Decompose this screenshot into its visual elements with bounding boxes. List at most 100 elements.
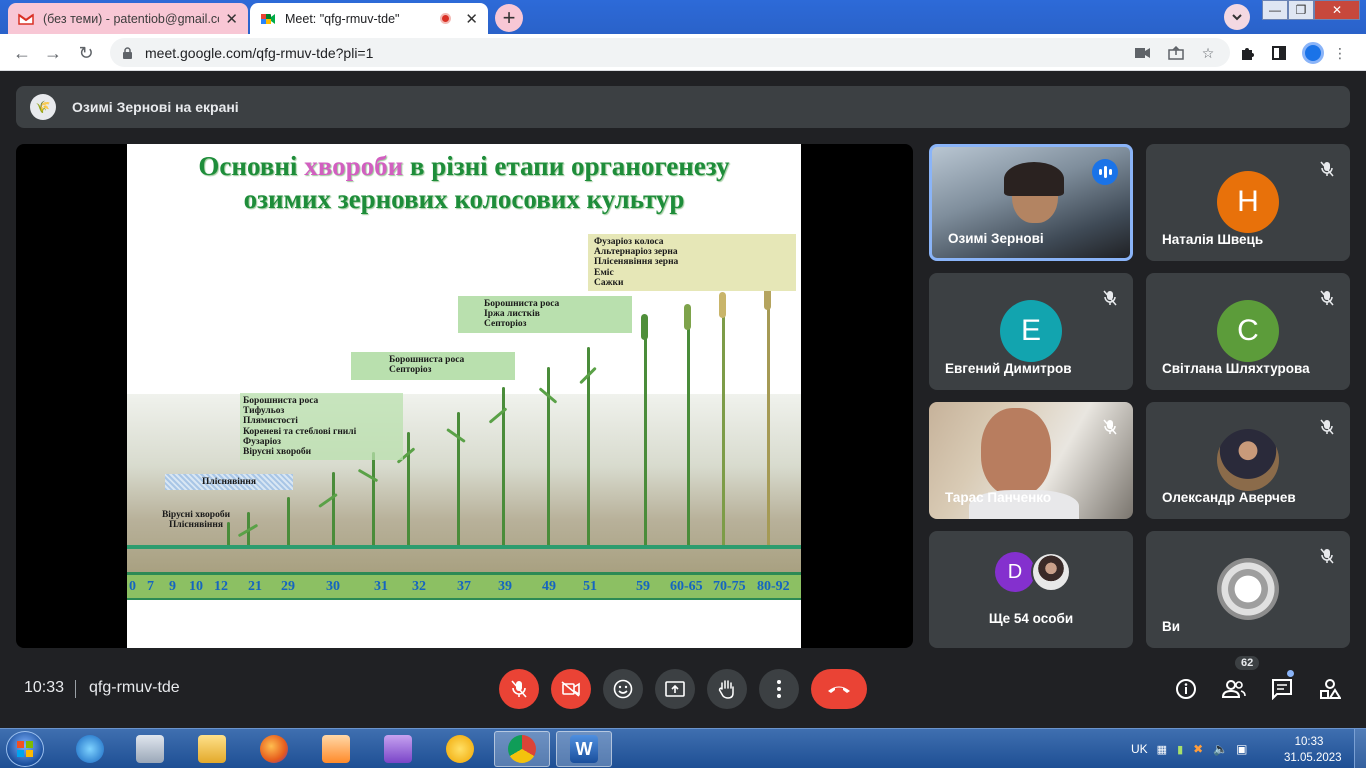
self-tile[interactable]: Ви xyxy=(1146,531,1350,648)
minimize-icon: — xyxy=(1269,3,1281,17)
participant-tile[interactable]: Е Евгений Димитров xyxy=(929,273,1133,390)
close-tab-icon[interactable]: ✕ xyxy=(465,10,478,28)
profile-avatar[interactable] xyxy=(1302,42,1324,64)
meet-icon xyxy=(261,13,275,24)
mic-off-icon xyxy=(511,680,527,698)
disease-note-heading: Фузаріоз колоса Альтернаріоз зерна Плісе… xyxy=(588,234,796,291)
participant-avatar: Е xyxy=(1000,300,1062,362)
stage-label: 21 xyxy=(248,579,262,594)
slide-title-highlight: хвороби xyxy=(304,151,404,181)
volume-icon[interactable]: 🔈 xyxy=(1213,742,1228,756)
note-line: Фузаріоз колоса xyxy=(594,237,664,247)
toggle-microphone-button[interactable] xyxy=(499,669,539,709)
taskbar-clock[interactable]: 10:33 31.05.2023 xyxy=(1284,734,1342,766)
note-line: Пліснявіння xyxy=(201,477,257,487)
language-indicator[interactable]: UK xyxy=(1131,742,1148,756)
security-icon[interactable]: ✖ xyxy=(1193,742,1203,756)
network-tool-icon[interactable]: ▮ xyxy=(1177,743,1183,756)
camera-in-use-icon[interactable] xyxy=(1133,43,1153,63)
note-line: Пліснявіння xyxy=(168,520,224,531)
bookmark-star-icon[interactable]: ☆ xyxy=(1198,43,1218,63)
tab-meet[interactable]: Meet: "qfg-rmuv-tde" ✕ xyxy=(250,3,488,34)
meeting-time: 10:33 xyxy=(24,679,65,696)
back-button[interactable]: ← xyxy=(10,41,34,65)
more-participants-tile[interactable]: D Ще 54 особи xyxy=(929,531,1133,648)
network-icon[interactable]: ▣ xyxy=(1236,742,1247,756)
participant-tile[interactable]: Тарас Панченко xyxy=(929,402,1133,519)
mic-off-icon xyxy=(1099,287,1121,309)
url-text: meet.google.com/qfg-rmuv-tde?pli=1 xyxy=(145,44,374,61)
menu-kebab-icon[interactable]: ⋮ xyxy=(1330,43,1350,63)
address-bar[interactable]: meet.google.com/qfg-rmuv-tde?pli=1 xyxy=(110,38,1230,67)
slide-title-line2: озимих зернових колосових культур xyxy=(243,184,685,214)
taskbar-ie[interactable] xyxy=(62,731,118,767)
note-line: Вірусні хвороби xyxy=(243,447,312,458)
participant-photo-avatar xyxy=(1217,429,1279,491)
more-options-button[interactable] xyxy=(759,669,799,709)
tab-title: Meet: "qfg-rmuv-tde" xyxy=(285,11,400,26)
participant-tile[interactable]: Н Наталія Швець xyxy=(1146,144,1350,261)
participant-name: Олександр Аверчев xyxy=(1162,490,1296,505)
present-now-button[interactable] xyxy=(655,669,695,709)
chat-button[interactable] xyxy=(1269,676,1295,702)
tab-gmail[interactable]: (без теми) - patentiob@gmail.co ✕ xyxy=(8,3,248,34)
presenting-label: Озимі Зернові на екрані xyxy=(72,99,239,115)
participant-tile[interactable]: Озимі Зернові xyxy=(929,144,1133,261)
taskbar-firefox[interactable] xyxy=(246,731,302,767)
slide-title-part2: в різні етапи органогенезу xyxy=(403,151,730,181)
meeting-details-button[interactable] xyxy=(1173,676,1199,702)
forward-button[interactable]: → xyxy=(41,41,65,65)
window-close-button[interactable]: ✕ xyxy=(1314,0,1360,20)
note-line: Кореневі та стеблові гнилі xyxy=(243,426,357,437)
slide-title: Основні хвороби в різні етапи органогене… xyxy=(127,150,801,216)
taskbar-calculator[interactable] xyxy=(122,731,178,767)
side-panel-icon[interactable] xyxy=(1269,43,1289,63)
firefox-icon xyxy=(260,735,288,763)
chat-icon xyxy=(1272,679,1292,700)
activities-button[interactable] xyxy=(1317,676,1343,702)
minimize-button[interactable]: — xyxy=(1262,0,1288,20)
stage-label: 39 xyxy=(498,579,512,594)
chevron-down-icon xyxy=(1232,13,1242,20)
meet-main: 🌾 Озимі Зернові на екрані Основні хвороб… xyxy=(0,71,1366,728)
extensions-icon[interactable] xyxy=(1237,43,1257,63)
participant-tile[interactable]: Олександр Аверчев xyxy=(1146,402,1350,519)
reload-button[interactable]: ↻ xyxy=(74,41,98,65)
stage-label: 31 xyxy=(374,579,388,594)
stage-label: 70-75 xyxy=(713,579,746,594)
participant-tile[interactable]: С Світлана Шляхтурова xyxy=(1146,273,1350,390)
browser-toolbar: ← → ↻ meet.google.com/qfg-rmuv-tde?pli=1… xyxy=(0,34,1366,71)
taskbar-chrome[interactable] xyxy=(494,731,550,767)
taskbar-word[interactable]: W xyxy=(556,731,612,767)
taskbar-media[interactable] xyxy=(308,731,364,767)
camera-off-icon xyxy=(561,681,580,697)
stage-label: 32 xyxy=(412,579,426,594)
mic-off-icon xyxy=(1099,416,1121,438)
presenter-avatar: 🌾 xyxy=(30,94,56,120)
show-everyone-button[interactable] xyxy=(1221,676,1247,702)
stage-label: 12 xyxy=(214,579,228,594)
note-line: Сажки xyxy=(594,277,624,288)
keyboard-icon[interactable]: ▦ xyxy=(1157,743,1167,756)
more-participants-label: Ще 54 особи xyxy=(988,611,1074,626)
taskbar-vpn[interactable] xyxy=(432,731,488,767)
note-line: Плямистості xyxy=(243,416,298,427)
share-icon[interactable] xyxy=(1166,43,1186,63)
tab-search-button[interactable] xyxy=(1224,4,1250,30)
taskbar-save[interactable] xyxy=(370,731,426,767)
start-button[interactable] xyxy=(6,731,44,767)
reactions-button[interactable] xyxy=(603,669,643,709)
maximize-button[interactable]: ❐ xyxy=(1288,0,1314,20)
new-tab-button[interactable]: + xyxy=(495,4,523,32)
leave-call-button[interactable] xyxy=(811,669,867,709)
toggle-camera-button[interactable] xyxy=(551,669,591,709)
raise-hand-button[interactable] xyxy=(707,669,747,709)
participant-count-badge: 62 xyxy=(1235,656,1260,670)
windows-logo-icon xyxy=(17,741,33,757)
presentation-stage[interactable]: Основні хвороби в різні етапи органогене… xyxy=(16,144,913,648)
hand-icon xyxy=(718,680,734,699)
close-tab-icon[interactable]: ✕ xyxy=(225,10,238,28)
show-desktop-button[interactable] xyxy=(1354,729,1366,768)
stage-label: 59 xyxy=(636,579,650,594)
taskbar-explorer[interactable] xyxy=(184,731,240,767)
